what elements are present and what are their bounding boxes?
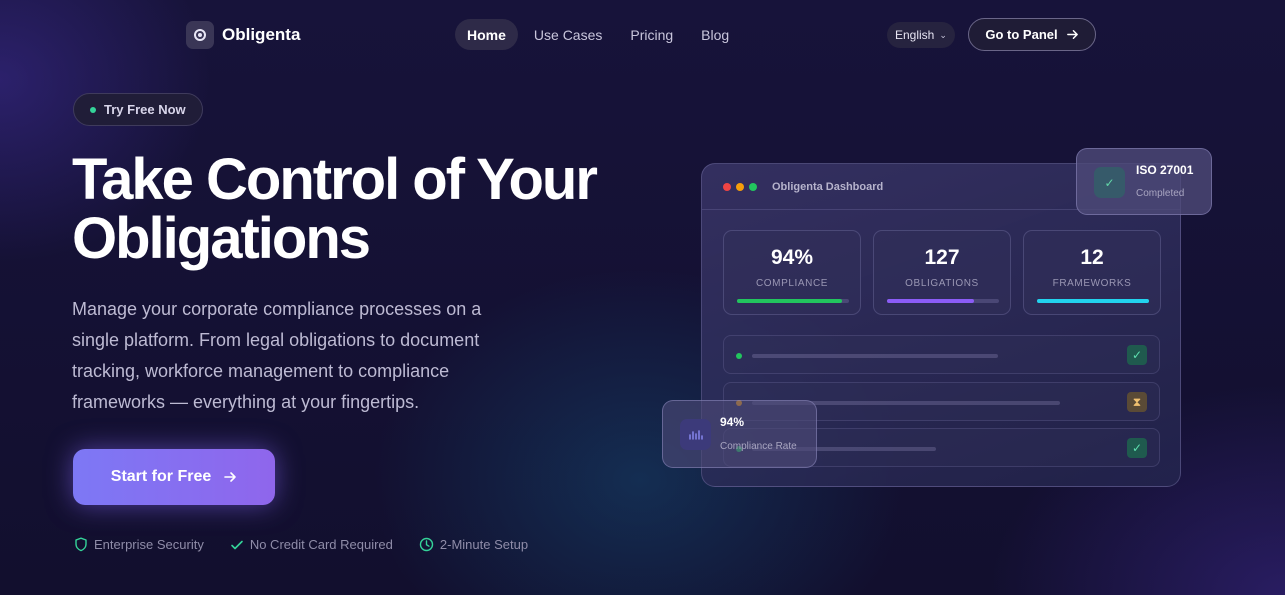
stat-progress-fill: [1037, 299, 1149, 303]
target-icon: [186, 21, 214, 49]
nav-link-blog[interactable]: Blog: [689, 19, 741, 50]
feature-label: 2-Minute Setup: [439, 537, 529, 552]
rate-card-title: 94%: [720, 415, 745, 429]
start-for-free-button[interactable]: Start for Free: [73, 449, 275, 505]
hero-headline: Take Control of Your Obligations: [72, 150, 652, 268]
arrow-right-icon: [224, 472, 237, 482]
check-icon: [231, 540, 243, 549]
window-dot-yellow-icon: [736, 182, 744, 191]
headline-line-2: Obligations: [72, 206, 371, 271]
hourglass-icon: ⧗: [1127, 392, 1147, 412]
check-icon: ✓: [1127, 345, 1147, 365]
stat-card-obligations: 127 OBLIGATIONS: [873, 230, 1011, 315]
nav-link-pricing[interactable]: Pricing: [618, 19, 685, 50]
check-icon: ✓: [1127, 438, 1147, 458]
nav-link-home[interactable]: Home: [455, 19, 518, 50]
window-dot-green-icon: [749, 182, 757, 191]
stat-value: 127: [924, 246, 960, 269]
try-free-badge[interactable]: Try Free Now: [73, 93, 203, 126]
cta-label: Start for Free: [110, 468, 212, 485]
chart-icon: [680, 419, 711, 450]
chevron-down-icon: ⌄: [939, 29, 947, 40]
iso-card-title: ISO 27001: [1136, 163, 1194, 177]
status-dot-icon: [90, 106, 96, 113]
feature-item: Enterprise Security: [74, 537, 204, 552]
hero-description: Manage your corporate compliance process…: [72, 299, 482, 412]
brand-name: Obligenta: [222, 25, 301, 44]
stat-value: 94%: [770, 246, 814, 269]
feature-label: No Credit Card Required: [249, 537, 393, 552]
arrow-right-icon: [1066, 30, 1078, 39]
go-to-panel-button[interactable]: Go to Panel: [968, 18, 1096, 51]
stat-label: OBLIGATIONS: [905, 278, 979, 289]
feature-list: Enterprise Security No Credit Card Requi…: [74, 537, 528, 552]
stat-card-frameworks: 12 FRAMEWORKS: [1023, 230, 1161, 315]
stat-progress-track: [887, 299, 999, 303]
headline-line-1: Take Control of Your: [72, 147, 598, 212]
badge-label: Try Free Now: [104, 102, 186, 117]
feature-item: 2-Minute Setup: [419, 537, 528, 552]
stat-progress-fill: [737, 299, 843, 303]
stat-progress-track: [1037, 299, 1149, 303]
task-row: ✓: [723, 335, 1160, 374]
stat-value: 12: [1080, 246, 1104, 269]
stat-label: FRAMEWORKS: [1052, 278, 1132, 289]
feature-item: No Credit Card Required: [230, 537, 393, 552]
status-dot-icon: [736, 353, 742, 359]
iso-27001-card: ✓ ISO 27001 Completed: [1076, 148, 1212, 215]
stat-card-compliance: 94% COMPLIANCE: [723, 230, 861, 315]
shield-icon: [75, 537, 87, 552]
check-icon: ✓: [1094, 167, 1125, 198]
iso-card-subtitle: Completed: [1136, 188, 1185, 199]
dashboard-title: Obligenta Dashboard: [772, 180, 884, 193]
brand[interactable]: Obligenta: [186, 21, 300, 49]
compliance-rate-card: 94% Compliance Rate: [662, 400, 817, 468]
language-selector[interactable]: English ⌄: [887, 22, 955, 48]
window-dot-red-icon: [723, 182, 731, 191]
go-to-panel-label: Go to Panel: [985, 27, 1058, 42]
stat-label: COMPLIANCE: [755, 278, 829, 289]
clock-icon: [419, 537, 434, 552]
language-label: English: [895, 28, 935, 42]
stat-progress-track: [737, 299, 849, 303]
top-navigation: Obligenta Home Use Cases Pricing Blog En…: [0, 0, 1285, 70]
rate-card-subtitle: Compliance Rate: [720, 441, 797, 452]
task-placeholder-line: [752, 354, 998, 358]
feature-label: Enterprise Security: [94, 537, 204, 552]
nav-links: Home Use Cases Pricing Blog: [455, 19, 741, 50]
stat-progress-fill: [887, 299, 975, 303]
nav-link-use-cases[interactable]: Use Cases: [522, 19, 614, 50]
